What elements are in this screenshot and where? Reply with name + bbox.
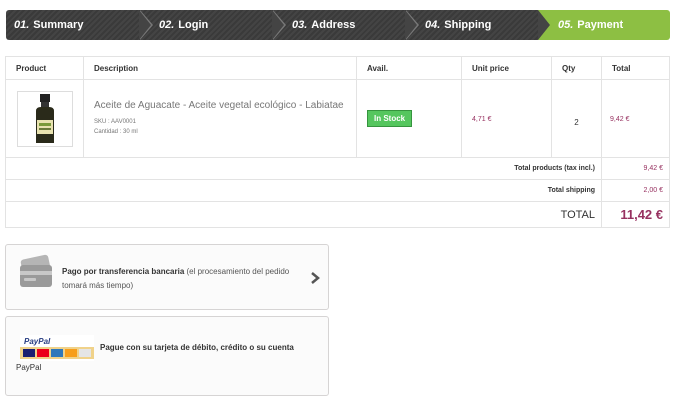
header-description: Description <box>83 56 357 80</box>
step-label: Login <box>178 19 209 31</box>
quantity-value: 2 <box>574 118 579 127</box>
chevron-right-icon <box>311 272 320 284</box>
step-number: 03. <box>292 19 308 31</box>
step-label: Payment <box>577 19 624 31</box>
summary-row-total: TOTAL 11,42 € <box>5 201 670 228</box>
payment-option-bankwire[interactable]: Pago por transferencia bancaria (el proc… <box>5 244 329 310</box>
header-avail: Avail. <box>356 56 462 80</box>
product-name[interactable]: Aceite de Aguacate - Aceite vegetal ecol… <box>94 100 356 111</box>
payment-option-paypal[interactable]: PayPal Pague con su tarjeta de débito, c… <box>5 316 329 396</box>
bank-card-icon <box>20 254 52 287</box>
grand-total-label: TOTAL <box>5 201 602 228</box>
header-product: Product <box>5 56 84 80</box>
stock-badge: In Stock <box>367 110 413 127</box>
step-number: 05. <box>558 19 574 31</box>
step-number: 04. <box>425 19 441 31</box>
description-cell: Aceite de Aguacate - Aceite vegetal ecol… <box>83 79 357 158</box>
total-shipping-value: 2,00 € <box>601 179 670 202</box>
header-unit-price: Unit price <box>461 56 552 80</box>
step-number: 01. <box>14 19 30 31</box>
step-address[interactable]: 03. Address <box>272 10 419 40</box>
grand-total-value: 11,42 € <box>601 201 670 228</box>
total-products-label: Total products (tax incl.) <box>5 157 602 180</box>
total-cell: 9,42 € <box>601 79 670 158</box>
product-attribute: Cantidad : 30 ml <box>94 129 138 135</box>
line-total: 9,42 € <box>610 116 630 123</box>
svg-text:PayPal: PayPal <box>24 337 51 346</box>
bankwire-text: Pago por transferencia bancaria (el proc… <box>62 265 292 293</box>
unit-price-cell: 4,71 € <box>461 79 552 158</box>
product-cell <box>5 79 84 158</box>
unit-price: 4,71 € <box>472 116 492 123</box>
bankwire-title: Pago por transferencia bancaria <box>62 267 185 276</box>
header-total: Total <box>601 56 670 80</box>
product-image[interactable] <box>16 90 73 147</box>
cart-table: Product Description Avail. Unit price Qt… <box>5 56 670 228</box>
step-label: Summary <box>33 19 84 31</box>
total-products-value: 9,42 € <box>601 157 670 180</box>
avail-cell: In Stock <box>356 79 462 158</box>
step-label: Shipping <box>444 19 492 31</box>
summary-row-products: Total products (tax incl.) 9,42 € <box>5 157 670 180</box>
step-login[interactable]: 02. Login <box>139 10 286 40</box>
product-bottle-icon <box>35 93 54 143</box>
step-number: 02. <box>159 19 175 31</box>
header-qty: Qty <box>551 56 602 80</box>
table-row: Aceite de Aguacate - Aceite vegetal ecol… <box>5 79 670 158</box>
summary-row-shipping: Total shipping 2,00 € <box>5 179 670 202</box>
step-summary[interactable]: 01. Summary <box>6 10 153 40</box>
total-shipping-label: Total shipping <box>5 179 602 202</box>
qty-cell: 2 <box>551 79 602 158</box>
step-label: Address <box>311 19 356 31</box>
paypal-text: Pague con su tarjeta de débito, crédito … <box>100 343 294 352</box>
step-payment: 05. Payment <box>538 10 670 40</box>
paypal-logo: PayPal <box>20 335 94 361</box>
paypal-label: PayPal <box>16 363 42 372</box>
product-sku: SKU : AAV0001 <box>94 119 136 125</box>
step-shipping[interactable]: 04. Shipping <box>405 10 552 40</box>
checkout-steps: 01. Summary 02. Login 03. Address 04. Sh… <box>6 10 670 40</box>
